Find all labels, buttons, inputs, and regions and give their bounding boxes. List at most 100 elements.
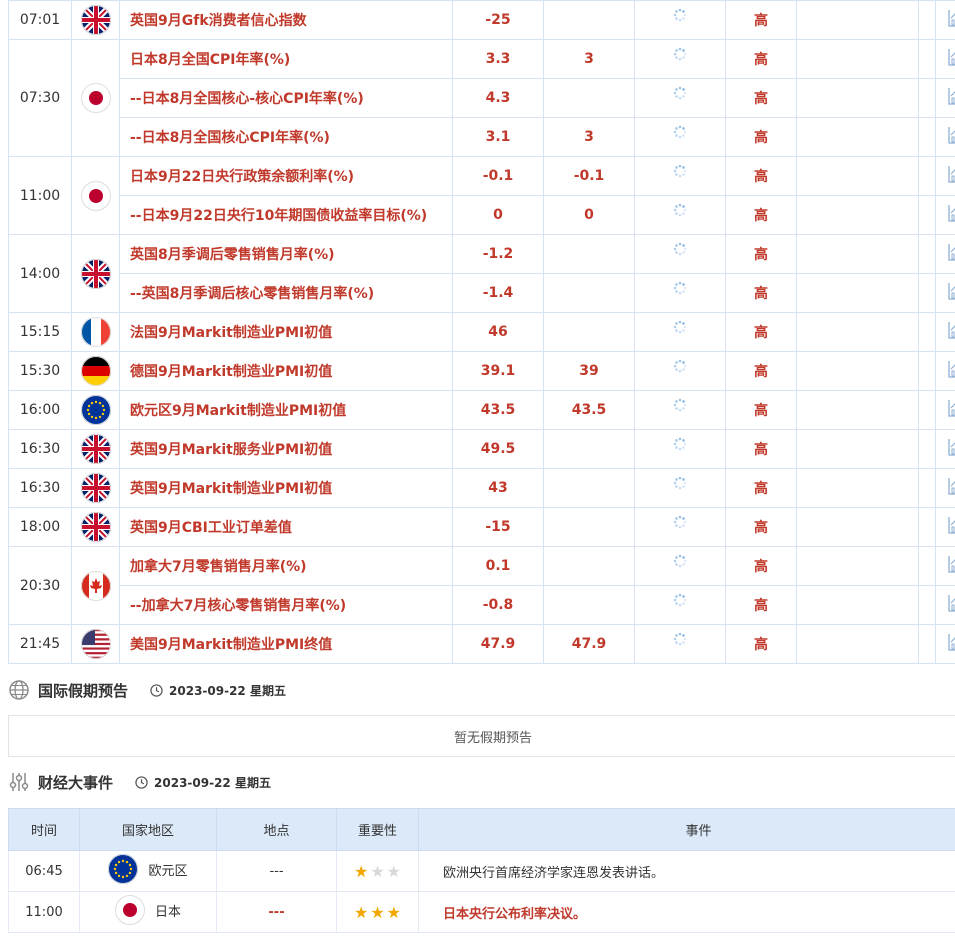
event-location: --- bbox=[216, 850, 337, 892]
chart-icon[interactable] bbox=[947, 281, 955, 305]
indicator-name[interactable]: 美国9月Markit制造业PMI终值 bbox=[119, 624, 453, 664]
indicator-name[interactable]: 德国9月Markit制造业PMI初值 bbox=[119, 351, 453, 391]
chart-cell[interactable] bbox=[935, 312, 955, 352]
chart-icon[interactable] bbox=[947, 203, 955, 227]
table-row: 16:30 英国9月Markit制造业PMI初值 43 高 bbox=[8, 468, 955, 508]
table-row: 07:01 英国9月Gfk消费者信心指数 -25 高 bbox=[8, 0, 955, 40]
loading-spinner-icon bbox=[673, 515, 687, 529]
chart-icon[interactable] bbox=[947, 593, 955, 617]
indicator-name[interactable]: --日本8月全国核心-核心CPI年率(%) bbox=[119, 78, 453, 118]
chart-cell[interactable] bbox=[935, 234, 955, 274]
previous-value: 43 bbox=[452, 468, 544, 508]
chart-icon[interactable] bbox=[947, 437, 955, 461]
eu-flag-icon bbox=[108, 854, 139, 884]
chart-cell[interactable] bbox=[935, 624, 955, 664]
indicator-name[interactable]: 英国9月Markit制造业PMI初值 bbox=[119, 468, 453, 508]
chart-cell[interactable] bbox=[935, 39, 955, 79]
chart-icon[interactable] bbox=[947, 554, 955, 578]
spacer-cell bbox=[918, 351, 936, 391]
col-header-location: 地点 bbox=[216, 808, 337, 851]
event-description[interactable]: 欧洲央行首席经济学家连恩发表讲话。 bbox=[418, 850, 955, 892]
indicator-name[interactable]: 欧元区9月Markit制造业PMI初值 bbox=[119, 390, 453, 430]
indicator-name[interactable]: 英国9月Gfk消费者信心指数 bbox=[119, 0, 453, 40]
chart-icon[interactable] bbox=[947, 632, 955, 656]
chart-icon[interactable] bbox=[947, 242, 955, 266]
col-header-time: 时间 bbox=[8, 808, 80, 851]
blank-cell bbox=[796, 117, 919, 157]
chart-icon[interactable] bbox=[947, 515, 955, 539]
germany-flag-icon bbox=[80, 356, 111, 386]
chart-cell[interactable] bbox=[935, 156, 955, 196]
chart-cell[interactable] bbox=[935, 273, 955, 313]
chart-icon[interactable] bbox=[947, 8, 955, 32]
chart-cell[interactable] bbox=[935, 546, 955, 586]
indicator-name[interactable]: 英国8月季调后零售销售月率(%) bbox=[119, 234, 453, 274]
uk-flag-icon bbox=[80, 473, 111, 503]
event-time: 14:00 bbox=[8, 234, 72, 313]
spacer-cell bbox=[918, 195, 936, 235]
chart-icon[interactable] bbox=[947, 164, 955, 188]
chart-cell[interactable] bbox=[935, 585, 955, 625]
event-time: 15:15 bbox=[8, 312, 72, 352]
chart-cell[interactable] bbox=[935, 507, 955, 547]
star-icon: ★ bbox=[370, 902, 385, 922]
event-description[interactable]: 日本央行公布利率决议。 bbox=[418, 891, 955, 933]
star-icon: ★ bbox=[386, 902, 402, 922]
loading-spinner-icon bbox=[673, 632, 687, 646]
chart-cell[interactable] bbox=[935, 351, 955, 391]
chart-cell[interactable] bbox=[935, 0, 955, 40]
indicator-name[interactable]: --英国8月季调后核心零售销售月率(%) bbox=[119, 273, 453, 313]
chart-icon[interactable] bbox=[947, 125, 955, 149]
blank-cell bbox=[796, 468, 919, 508]
indicator-name[interactable]: 日本9月22日央行政策余额利率(%) bbox=[119, 156, 453, 196]
indicator-name[interactable]: 日本8月全国CPI年率(%) bbox=[119, 39, 453, 79]
indicator-name[interactable]: --日本9月22日央行10年期国债收益率目标(%) bbox=[119, 195, 453, 235]
importance-value: 高 bbox=[725, 546, 797, 586]
usa-flag-icon bbox=[80, 629, 111, 659]
forecast-value: 47.9 bbox=[543, 624, 635, 664]
table-row: 15:15 法国9月Markit制造业PMI初值 46 高 bbox=[8, 312, 955, 352]
chart-cell[interactable] bbox=[935, 195, 955, 235]
chart-cell[interactable] bbox=[935, 117, 955, 157]
chart-icon[interactable] bbox=[947, 86, 955, 110]
event-country-cell: 日本 bbox=[79, 891, 217, 933]
country-flag-cell bbox=[71, 156, 120, 235]
chart-icon[interactable] bbox=[947, 476, 955, 500]
col-header-event: 事件 bbox=[418, 808, 955, 851]
clock-icon bbox=[135, 775, 148, 789]
forecast-value: -0.1 bbox=[543, 156, 635, 196]
chart-icon[interactable] bbox=[947, 320, 955, 344]
actual-value-cell bbox=[634, 468, 726, 508]
blank-cell bbox=[796, 39, 919, 79]
importance-value: 高 bbox=[725, 0, 797, 40]
chart-cell[interactable] bbox=[935, 390, 955, 430]
chart-icon[interactable] bbox=[947, 398, 955, 422]
indicator-name[interactable]: --加拿大7月核心零售销售月率(%) bbox=[119, 585, 453, 625]
chart-cell[interactable] bbox=[935, 429, 955, 469]
forecast-value bbox=[543, 78, 635, 118]
blank-cell bbox=[796, 585, 919, 625]
star-icon: ★ bbox=[353, 861, 369, 881]
spacer-cell bbox=[918, 390, 936, 430]
table-row: --加拿大7月核心零售销售月率(%) -0.8 高 bbox=[9, 585, 955, 625]
blank-cell bbox=[796, 507, 919, 547]
spacer-cell bbox=[918, 234, 936, 274]
chart-cell[interactable] bbox=[935, 78, 955, 118]
importance-value: 高 bbox=[725, 234, 797, 274]
previous-value: -15 bbox=[452, 507, 544, 547]
previous-value: 4.3 bbox=[452, 78, 544, 118]
chart-icon[interactable] bbox=[947, 359, 955, 383]
loading-spinner-icon bbox=[673, 86, 687, 100]
chart-cell[interactable] bbox=[935, 468, 955, 508]
event-time: 16:30 bbox=[8, 429, 72, 469]
indicator-name[interactable]: 英国9月CBI工业订单差值 bbox=[119, 507, 453, 547]
indicator-name[interactable]: 加拿大7月零售销售月率(%) bbox=[119, 546, 453, 586]
indicator-name[interactable]: 法国9月Markit制造业PMI初值 bbox=[119, 312, 453, 352]
indicator-name[interactable]: --日本8月全国核心CPI年率(%) bbox=[119, 117, 453, 157]
indicator-name[interactable]: 英国9月Markit服务业PMI初值 bbox=[119, 429, 453, 469]
importance-value: 高 bbox=[725, 117, 797, 157]
spacer-cell bbox=[918, 0, 936, 40]
chart-icon[interactable] bbox=[947, 47, 955, 71]
table-row: 07:30 日本8月全国CPI年率(%) 3.3 3 高 bbox=[8, 39, 955, 157]
table-row: --日本8月全国核心CPI年率(%) 3.1 3 高 bbox=[9, 117, 955, 157]
